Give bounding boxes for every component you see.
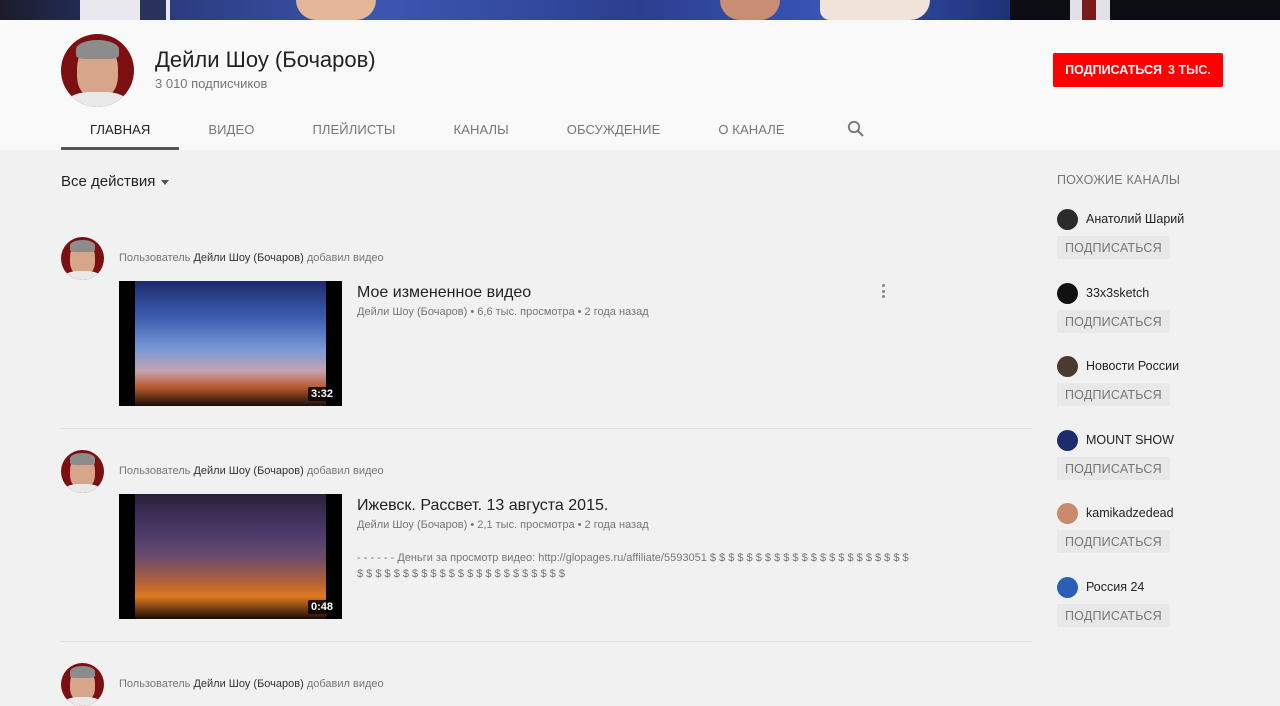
related-channel-avatar[interactable] — [1057, 209, 1078, 230]
video-thumbnail[interactable]: 3:32 — [119, 281, 342, 406]
related-subscribe-button[interactable]: ПОДПИСАТЬСЯ — [1057, 530, 1170, 553]
subscriber-count: 3 010 подписчиков — [155, 76, 268, 91]
video-description: - - - - - - Деньги за просмотр видео: ht… — [357, 552, 909, 580]
related-channel-avatar[interactable] — [1057, 577, 1078, 598]
feed-item: Пользователь Дейли Шоу (Бочаров) добавил… — [61, 237, 1032, 429]
activity-action: добавил видео — [306, 678, 384, 690]
activity-channel-link[interactable]: Дейли Шоу (Бочаров) — [193, 465, 303, 477]
tab-discussion[interactable]: ОБСУЖДЕНИЕ — [538, 108, 690, 150]
activity-line: Пользователь Дейли Шоу (Бочаров) добавил… — [119, 465, 384, 477]
activity-channel-link[interactable]: Дейли Шоу (Бочаров) — [193, 252, 303, 264]
activity-line: Пользователь Дейли Шоу (Бочаров) добавил… — [119, 678, 384, 690]
subscribe-button-count: 3 ТЫС. — [1168, 63, 1211, 77]
search-icon[interactable] — [832, 108, 880, 150]
activity-prefix: Пользователь — [119, 252, 191, 264]
activity-action: добавил видео — [306, 465, 384, 477]
feed-item: Пользователь Дейли Шоу (Бочаров) добавил… — [61, 450, 1032, 642]
related-subscribe-button[interactable]: ПОДПИСАТЬСЯ — [1057, 383, 1170, 406]
video-meta: Дейли Шоу (Бочаров) • 6,6 тыс. просмотра… — [357, 306, 649, 318]
related-channel-name[interactable]: kamikadzedead — [1086, 506, 1174, 520]
related-subscribe-button[interactable]: ПОДПИСАТЬСЯ — [1057, 604, 1170, 627]
channel-avatar[interactable] — [61, 34, 134, 107]
channel-banner — [0, 0, 1280, 20]
subscribe-button-label: ПОДПИСАТЬСЯ — [1065, 63, 1163, 77]
video-duration: 0:48 — [307, 600, 336, 614]
channel-header: Дейли Шоу (Бочаров) 3 010 подписчиков ПО… — [0, 20, 1280, 150]
activity-prefix: Пользователь — [119, 465, 191, 477]
activity-line: Пользователь Дейли Шоу (Бочаров) добавил… — [119, 252, 384, 264]
related-subscribe-button[interactable]: ПОДПИСАТЬСЯ — [1057, 310, 1170, 333]
video-duration: 3:32 — [307, 387, 336, 401]
related-channel-name[interactable]: 33x3sketch — [1086, 286, 1149, 300]
related-channel-avatar[interactable] — [1057, 283, 1078, 304]
subscribe-button[interactable]: ПОДПИСАТЬСЯ 3 ТЫС. — [1053, 53, 1223, 87]
activity-channel-link[interactable]: Дейли Шоу (Бочаров) — [193, 678, 303, 690]
activity-avatar[interactable] — [61, 663, 104, 706]
activity-action: добавил видео — [306, 252, 384, 264]
activity-avatar[interactable] — [61, 237, 104, 280]
caret-down-icon — [161, 180, 170, 185]
related-subscribe-button[interactable]: ПОДПИСАТЬСЯ — [1057, 457, 1170, 480]
activity-filter-label: Все действия — [61, 173, 156, 190]
video-thumbnail[interactable]: 0:48 — [119, 494, 342, 619]
related-channel-name[interactable]: Россия 24 — [1086, 580, 1144, 594]
video-title[interactable]: Ижевск. Рассвет. 13 августа 2015. — [357, 497, 608, 515]
related-subscribe-button[interactable]: ПОДПИСАТЬСЯ — [1057, 236, 1170, 259]
channel-tabs: ГЛАВНАЯ ВИДЕО ПЛЕЙЛИСТЫ КАНАЛЫ ОБСУЖДЕНИ… — [61, 108, 880, 150]
tab-channels[interactable]: КАНАЛЫ — [425, 108, 538, 150]
feed-item: Пользователь Дейли Шоу (Бочаров) добавил… — [61, 663, 1032, 706]
video-title[interactable]: Мое измененное видео — [357, 284, 531, 302]
related-channel-name[interactable]: Анатолий Шарий — [1086, 212, 1184, 226]
video-meta: Дейли Шоу (Бочаров) • 2,1 тыс. просмотра… — [357, 519, 649, 531]
activity-avatar[interactable] — [61, 450, 104, 493]
activity-filter[interactable]: Все действия — [61, 173, 170, 190]
tab-home[interactable]: ГЛАВНАЯ — [61, 108, 180, 150]
tab-about[interactable]: О КАНАЛЕ — [689, 108, 813, 150]
related-channels-heading: ПОХОЖИЕ КАНАЛЫ — [1057, 173, 1181, 187]
related-channel-avatar[interactable] — [1057, 430, 1078, 451]
activity-prefix: Пользователь — [119, 678, 191, 690]
tab-videos[interactable]: ВИДЕО — [179, 108, 283, 150]
channel-title: Дейли Шоу (Бочаров) — [155, 47, 376, 72]
related-channel-avatar[interactable] — [1057, 356, 1078, 377]
related-channel-name[interactable]: MOUNT SHOW — [1086, 433, 1174, 447]
more-options-icon[interactable] — [875, 281, 891, 301]
related-channel-name[interactable]: Новости России — [1086, 359, 1179, 373]
related-channel-avatar[interactable] — [1057, 503, 1078, 524]
tab-playlists[interactable]: ПЛЕЙЛИСТЫ — [283, 108, 424, 150]
